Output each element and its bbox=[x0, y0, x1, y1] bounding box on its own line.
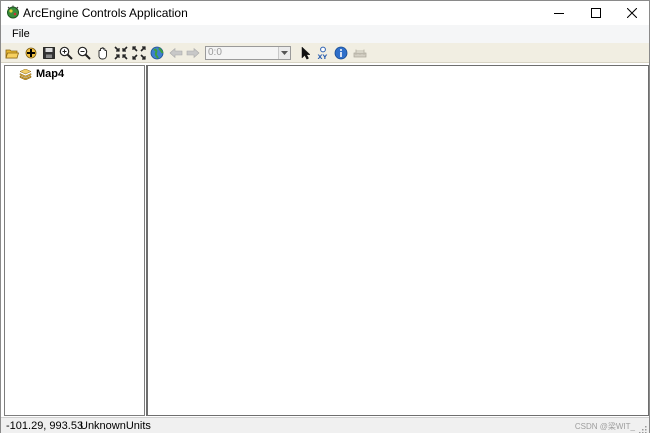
title-bar[interactable]: ArcEngine Controls Application bbox=[1, 1, 649, 25]
pan-icon[interactable] bbox=[96, 46, 110, 60]
close-icon bbox=[627, 8, 637, 18]
go-to-xy-icon[interactable]: XY bbox=[316, 46, 330, 60]
toc-map-label: Map4 bbox=[36, 68, 65, 80]
menu-bar: File bbox=[1, 25, 649, 43]
globe-icon[interactable] bbox=[150, 46, 164, 60]
map-layers-icon bbox=[19, 68, 32, 80]
back-extent-icon[interactable] bbox=[169, 46, 183, 60]
zoom-out-icon[interactable] bbox=[77, 46, 91, 60]
minimize-icon bbox=[554, 13, 564, 14]
map-scale-value: 0:0 bbox=[208, 47, 222, 58]
zoom-in-icon[interactable] bbox=[59, 46, 73, 60]
map-scale-combo[interactable]: 0:0 bbox=[205, 46, 291, 60]
select-features-icon[interactable] bbox=[299, 46, 313, 60]
resize-grip-icon[interactable] bbox=[639, 423, 647, 433]
identify-icon[interactable] bbox=[334, 46, 348, 60]
fixed-zoom-in-icon[interactable] bbox=[114, 46, 128, 60]
window-title: ArcEngine Controls Application bbox=[23, 6, 188, 20]
status-bar: -101.29, 993.53 UnknownUnits CSDN @梁WIT_ bbox=[1, 417, 649, 433]
toc-map-item[interactable]: Map4 bbox=[19, 68, 64, 80]
table-of-contents[interactable]: Map4 bbox=[4, 65, 145, 416]
close-button[interactable] bbox=[614, 1, 650, 25]
forward-extent-icon[interactable] bbox=[186, 46, 200, 60]
chevron-down-icon[interactable] bbox=[278, 47, 290, 59]
application-window: ArcEngine Controls Application File 0:0 … bbox=[0, 0, 650, 433]
svg-text:XY: XY bbox=[318, 53, 328, 60]
menu-file[interactable]: File bbox=[12, 28, 30, 40]
full-extent-icon[interactable] bbox=[132, 46, 146, 60]
maximize-button[interactable] bbox=[578, 1, 614, 25]
app-icon bbox=[6, 5, 20, 19]
watermark: CSDN @梁WIT_ bbox=[574, 422, 635, 431]
open-icon[interactable] bbox=[5, 46, 19, 60]
save-icon[interactable] bbox=[42, 46, 56, 60]
map-toolbar: 0:0 XY bbox=[1, 43, 649, 63]
maximize-icon bbox=[591, 8, 601, 18]
coordinate-readout: -101.29, 993.53 bbox=[6, 420, 84, 432]
measure-icon[interactable] bbox=[353, 46, 367, 60]
minimize-button[interactable] bbox=[541, 1, 577, 25]
add-data-icon[interactable] bbox=[24, 46, 38, 60]
map-control[interactable] bbox=[146, 65, 649, 416]
map-units-label: UnknownUnits bbox=[80, 420, 151, 432]
